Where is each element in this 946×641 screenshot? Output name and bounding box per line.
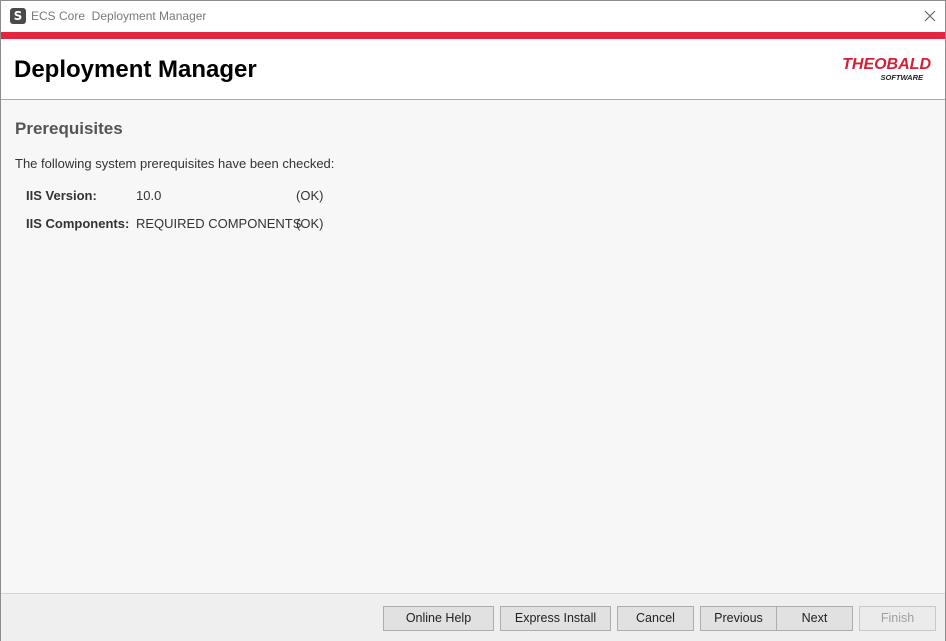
close-button[interactable] bbox=[915, 1, 945, 32]
check-label: IIS Version: bbox=[26, 188, 97, 203]
page-title: Deployment Manager bbox=[14, 56, 257, 83]
check-value: 10.0 bbox=[136, 188, 162, 203]
express-install-button[interactable]: Express Install bbox=[500, 606, 611, 631]
online-help-button[interactable]: Online Help bbox=[383, 606, 494, 631]
svg-text:SOFTWARE: SOFTWARE bbox=[881, 73, 924, 82]
finish-button: Finish bbox=[859, 606, 936, 631]
check-value: REQUIRED COMPONENTS bbox=[136, 216, 302, 231]
header: Deployment Manager THEOBALD SOFTWARE bbox=[1, 39, 945, 100]
main-content: Prerequisites The following system prere… bbox=[1, 101, 945, 593]
section-title: Prerequisites bbox=[15, 119, 123, 138]
check-status: (OK) bbox=[296, 216, 324, 231]
window-title: ECS Core Deployment Manager bbox=[31, 9, 207, 23]
theobald-software-logo: THEOBALD SOFTWARE bbox=[842, 56, 931, 82]
check-status: (OK) bbox=[296, 188, 324, 203]
accent-bar bbox=[1, 32, 945, 39]
app-icon: S bbox=[10, 8, 26, 24]
previous-button[interactable]: Previous bbox=[700, 606, 777, 631]
deployment-manager-window: S ECS Core Deployment Manager Deployment… bbox=[0, 0, 946, 641]
next-button[interactable]: Next bbox=[776, 606, 853, 631]
title-bar[interactable]: S ECS Core Deployment Manager bbox=[1, 1, 945, 32]
check-label: IIS Components: bbox=[26, 216, 130, 231]
intro-text: The following system prerequisites have … bbox=[15, 156, 335, 171]
cancel-button[interactable]: Cancel bbox=[617, 606, 694, 631]
button-bar: Online Help Express Install Cancel Previ… bbox=[1, 593, 945, 641]
svg-text:THEOBALD: THEOBALD bbox=[842, 56, 931, 73]
close-icon bbox=[924, 10, 936, 22]
